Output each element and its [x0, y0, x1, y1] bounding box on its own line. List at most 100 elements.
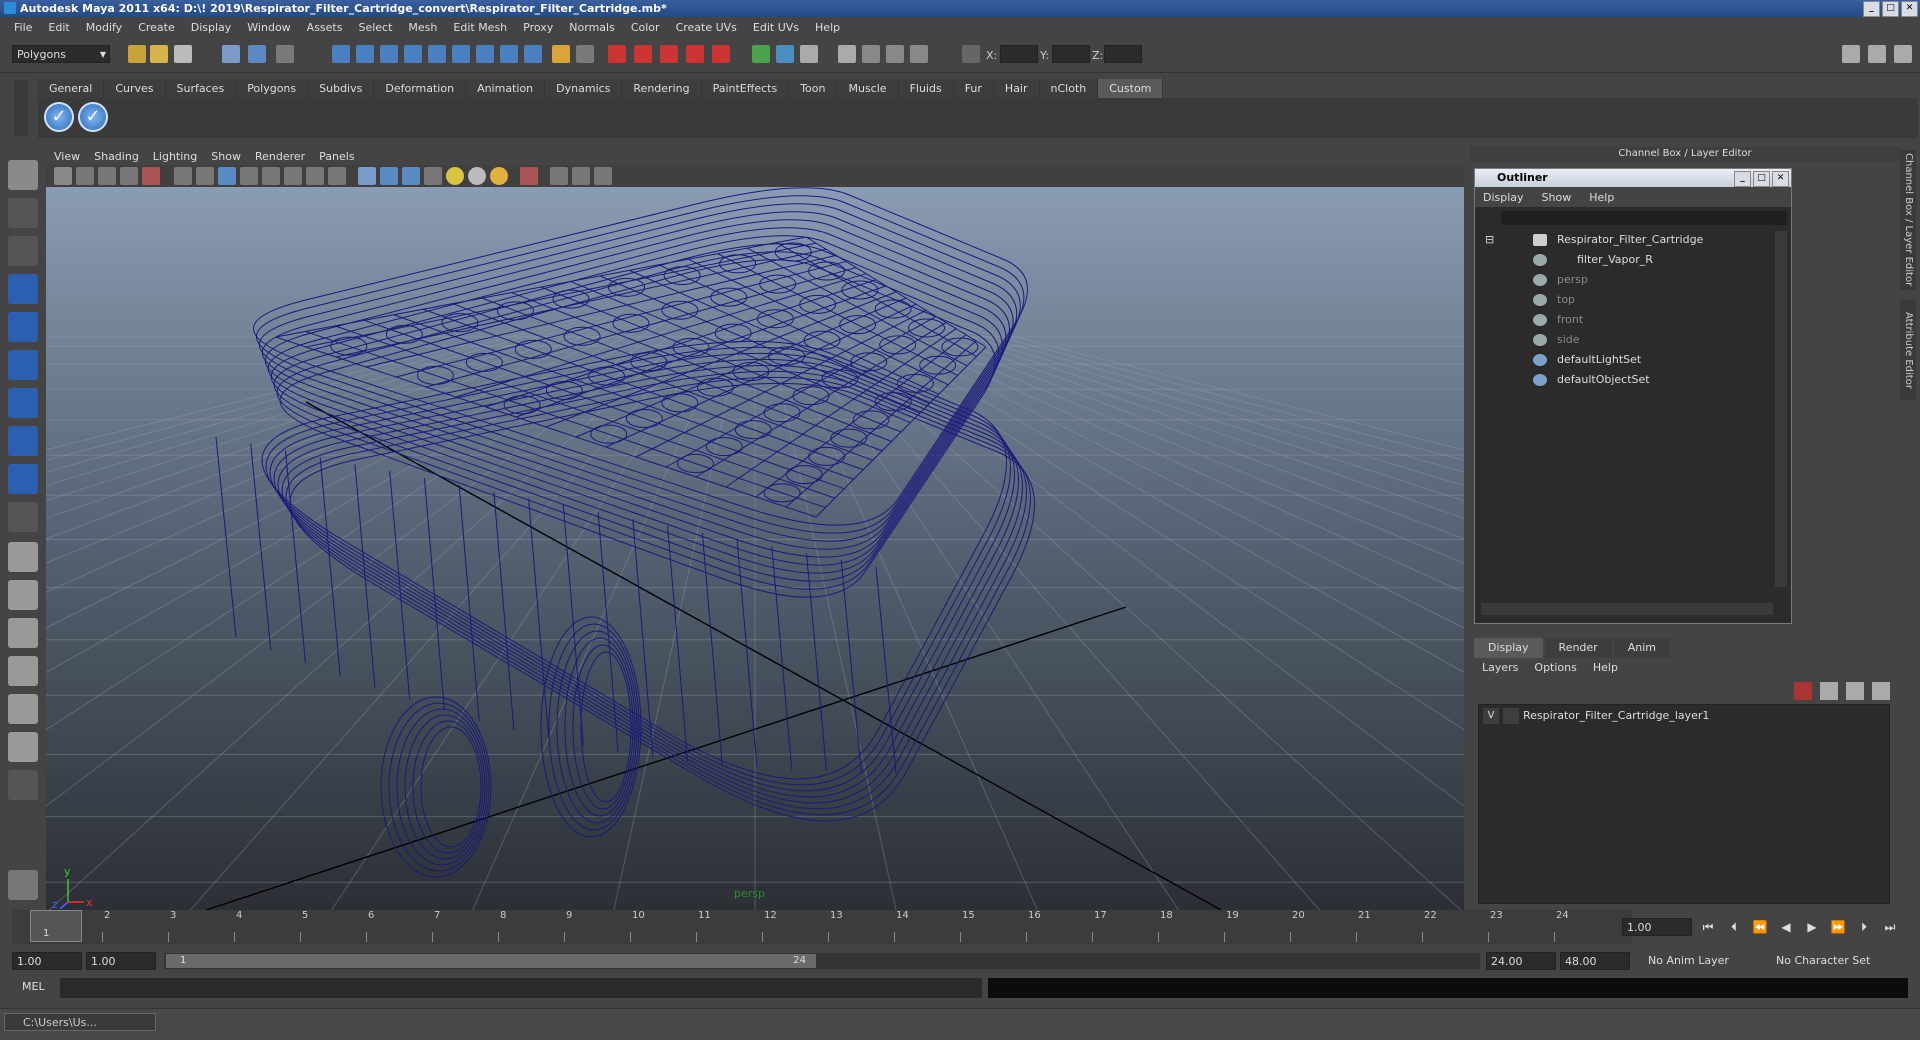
- outliner-item[interactable]: Respirator_Filter_Cartridge: [1533, 231, 1703, 249]
- layout-hypershade-icon[interactable]: [8, 694, 38, 724]
- layout-graph-icon[interactable]: [8, 656, 38, 686]
- layout-outliner-icon[interactable]: [8, 618, 38, 648]
- vp-menu-lighting[interactable]: Lighting: [153, 150, 205, 163]
- shelf-tab-fluids[interactable]: Fluids: [898, 79, 954, 98]
- viewport-canvas[interactable]: y x z: [46, 187, 1464, 910]
- lock-icon[interactable]: [552, 45, 570, 63]
- resolution-gate-icon[interactable]: [218, 167, 236, 185]
- snap-curve-icon[interactable]: [634, 45, 652, 63]
- ipr-render-icon[interactable]: [862, 45, 880, 63]
- time-slider[interactable]: 123456789101112131415161718192021222324 …: [12, 910, 1632, 944]
- outliner-maximize-button[interactable]: □: [1753, 171, 1770, 187]
- layer-menu-layers[interactable]: Layers: [1482, 661, 1518, 674]
- menu-edit-uvs[interactable]: Edit UVs: [745, 21, 807, 34]
- layout-more-icon[interactable]: [8, 770, 38, 800]
- shadows-icon[interactable]: [490, 167, 508, 185]
- step-forward-frame-button[interactable]: ⏵: [1854, 918, 1874, 936]
- animation-end-field[interactable]: 48.00: [1560, 952, 1630, 970]
- shelf-tab-polygons[interactable]: Polygons: [236, 79, 309, 98]
- mask-icon-6[interactable]: [452, 45, 470, 63]
- select-by-component-icon[interactable]: [276, 45, 294, 63]
- default-light-icon[interactable]: [446, 167, 464, 185]
- menu-create-uvs[interactable]: Create UVs: [668, 21, 745, 34]
- maximize-button[interactable]: □: [1882, 1, 1899, 17]
- camera-attr-icon[interactable]: [76, 167, 94, 185]
- outliner-horizontal-scrollbar[interactable]: [1481, 603, 1773, 615]
- layer-visibility-toggle[interactable]: V: [1483, 708, 1499, 724]
- vp-menu-renderer[interactable]: Renderer: [255, 150, 313, 163]
- channel-box-toggle-icon[interactable]: [1894, 45, 1912, 63]
- snap-grid-icon[interactable]: [608, 45, 626, 63]
- film-gate-icon[interactable]: [196, 167, 214, 185]
- wireframe-on-shaded-icon[interactable]: [402, 167, 420, 185]
- minimized-window-item[interactable]: C:\Users\Us...: [4, 1013, 156, 1031]
- go-to-end-button[interactable]: ⏭: [1880, 918, 1900, 936]
- render-icon[interactable]: [838, 45, 856, 63]
- layer-menu-help[interactable]: Help: [1593, 661, 1618, 674]
- mask-icon-2[interactable]: [356, 45, 374, 63]
- brush-tool-icon[interactable]: [8, 870, 38, 900]
- outliner-menu-display[interactable]: Display: [1483, 191, 1524, 204]
- menu-help[interactable]: Help: [807, 21, 848, 34]
- snap-view-icon[interactable]: [686, 45, 704, 63]
- outliner-item[interactable]: persp: [1533, 271, 1588, 289]
- shelf-tab-fur[interactable]: Fur: [953, 79, 994, 98]
- outliner-item[interactable]: filter_Vapor_R: [1533, 251, 1653, 269]
- history-icon[interactable]: [752, 45, 770, 63]
- wireframe-icon[interactable]: [358, 167, 376, 185]
- field-chart-icon[interactable]: [262, 167, 280, 185]
- outliner-close-button[interactable]: ✕: [1772, 171, 1789, 187]
- menu-display[interactable]: Display: [183, 21, 240, 34]
- step-forward-key-button[interactable]: ⏩: [1828, 918, 1848, 936]
- outliner-item[interactable]: top: [1533, 291, 1575, 309]
- outliner-item[interactable]: defaultObjectSet: [1533, 371, 1650, 389]
- command-language-label[interactable]: MEL: [22, 980, 45, 993]
- z-field[interactable]: [1104, 45, 1142, 63]
- menu-create[interactable]: Create: [130, 21, 183, 34]
- outliner-item[interactable]: defaultLightSet: [1533, 351, 1641, 369]
- vp-menu-panels[interactable]: Panels: [319, 150, 362, 163]
- question-icon[interactable]: [524, 45, 542, 63]
- shelf-tab-hair[interactable]: Hair: [993, 79, 1040, 98]
- anim-layer-dropdown[interactable]: No Anim Layer: [1644, 952, 1754, 970]
- shelf-tab-muscle[interactable]: Muscle: [837, 79, 899, 98]
- outliner-minimize-button[interactable]: _: [1734, 171, 1751, 187]
- select-tool-icon[interactable]: [8, 160, 38, 190]
- camera-select-icon[interactable]: [54, 167, 72, 185]
- new-scene-icon[interactable]: [128, 45, 146, 63]
- snap-live-icon[interactable]: [712, 45, 730, 63]
- menu-file[interactable]: File: [6, 21, 40, 34]
- outliner-item[interactable]: front: [1533, 311, 1583, 329]
- shelf-check-button-1[interactable]: ✓: [44, 102, 74, 132]
- create-layer-selected-icon[interactable]: [1820, 682, 1838, 700]
- menu-mesh[interactable]: Mesh: [400, 21, 445, 34]
- y-field[interactable]: [1052, 45, 1090, 63]
- play-backward-button[interactable]: ◀: [1776, 918, 1796, 936]
- layer-menu-options[interactable]: Options: [1534, 661, 1576, 674]
- gate-mask-icon[interactable]: [240, 167, 258, 185]
- menu-edit-mesh[interactable]: Edit Mesh: [445, 21, 515, 34]
- outliner-item[interactable]: side: [1533, 331, 1580, 349]
- smooth-shade-icon[interactable]: [380, 167, 398, 185]
- hypershade-icon[interactable]: [910, 45, 928, 63]
- select-by-object-icon[interactable]: [248, 45, 266, 63]
- create-empty-layer-icon[interactable]: [1794, 682, 1812, 700]
- xray-icon[interactable]: [520, 167, 538, 185]
- rotate-tool-icon[interactable]: [8, 312, 38, 342]
- outliner-vertical-scrollbar[interactable]: [1775, 231, 1787, 587]
- mask-icon-3[interactable]: [380, 45, 398, 63]
- layout-four-icon[interactable]: [8, 580, 38, 610]
- vp-menu-view[interactable]: View: [54, 150, 88, 163]
- show-manipulator-icon[interactable]: [8, 464, 38, 494]
- layout-single-icon[interactable]: [8, 542, 38, 572]
- side-tab-channel-box[interactable]: Channel Box / Layer Editor: [1900, 150, 1916, 290]
- shelf-tab-toon[interactable]: Toon: [789, 79, 838, 98]
- save-scene-icon[interactable]: [174, 45, 192, 63]
- image-plane-icon[interactable]: [120, 167, 138, 185]
- highlight-icon[interactable]: [576, 45, 594, 63]
- command-input[interactable]: [60, 978, 982, 998]
- outliner-menu-show[interactable]: Show: [1542, 191, 1572, 204]
- layer-row[interactable]: V Respirator_Filter_Cartridge_layer1: [1483, 707, 1883, 725]
- paint-select-tool-icon[interactable]: [8, 236, 38, 266]
- shelf-tab-rendering[interactable]: Rendering: [622, 79, 702, 98]
